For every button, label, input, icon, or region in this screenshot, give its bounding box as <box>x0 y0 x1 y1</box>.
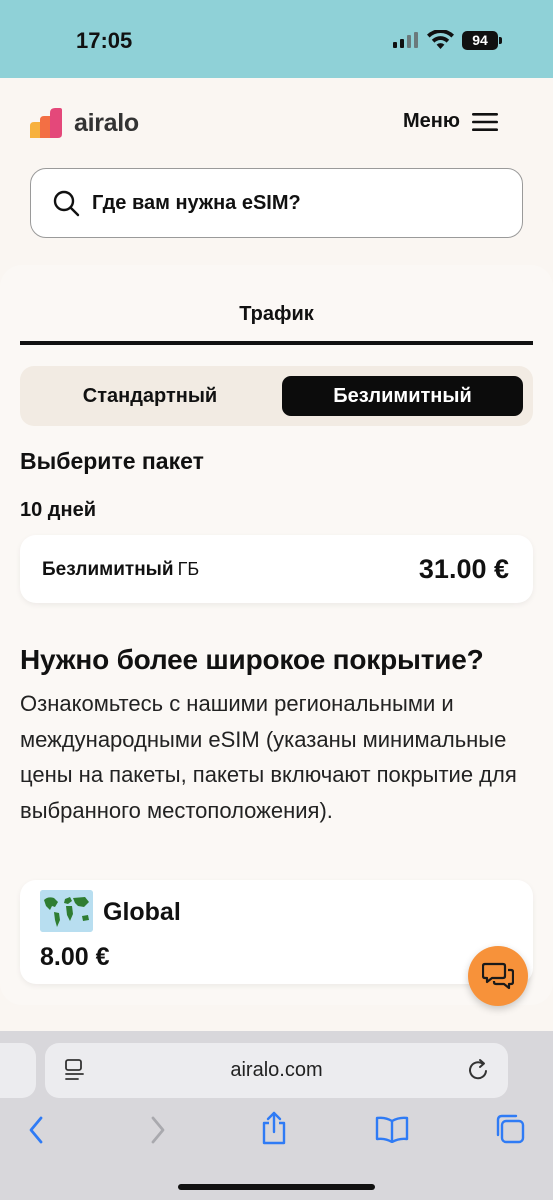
share-icon[interactable] <box>260 1110 288 1146</box>
reload-icon[interactable] <box>468 1058 490 1082</box>
global-esim-price: 8.00 € <box>40 943 110 971</box>
hamburger-icon <box>471 112 498 131</box>
tab-active-underline <box>20 341 533 345</box>
package-name: Безлимитный ГБ <box>42 559 199 581</box>
package-unit: ГБ <box>177 559 200 579</box>
tabs-icon[interactable] <box>494 1113 526 1145</box>
menu-label: Меню <box>403 110 460 132</box>
tab-traffic[interactable]: Трафик <box>20 303 533 326</box>
choose-package-heading: Выберите пакет <box>20 448 204 474</box>
wifi-icon <box>427 30 454 49</box>
package-data-label: Безлимитный <box>42 559 174 580</box>
battery-indicator: 94 <box>462 31 498 50</box>
url-text: airalo.com <box>230 1059 323 1081</box>
menu-button[interactable]: Меню <box>403 110 498 133</box>
status-time: 17:05 <box>76 28 133 53</box>
logo-text: airalo <box>74 108 139 137</box>
global-esim-name: Global <box>103 898 181 926</box>
previous-tab-preview[interactable] <box>0 1043 36 1098</box>
back-icon[interactable] <box>26 1114 48 1146</box>
airalo-logo-icon <box>30 108 62 138</box>
chat-icon <box>482 962 514 990</box>
forward-icon[interactable] <box>146 1114 168 1146</box>
bookmarks-icon[interactable] <box>375 1115 409 1143</box>
chat-support-button[interactable] <box>468 946 528 1006</box>
airalo-logo[interactable]: airalo <box>30 108 139 138</box>
segment-unlimited[interactable]: Безлимитный <box>282 376 523 416</box>
cellular-signal-icon <box>393 32 418 48</box>
destination-search-input[interactable]: Где вам нужна eSIM? <box>30 168 523 238</box>
duration-label: 10 дней <box>20 499 96 521</box>
segment-standard[interactable]: Стандартный <box>20 366 280 426</box>
world-map-icon <box>40 890 93 932</box>
wider-coverage-text: Ознакомьтесь с нашими региональными и ме… <box>20 691 517 823</box>
search-placeholder: Где вам нужна eSIM? <box>92 191 301 214</box>
package-option[interactable]: Безлимитный ГБ 31.00 € <box>20 535 533 603</box>
battery-nub <box>499 37 502 44</box>
home-indicator <box>178 1184 375 1190</box>
package-price: 31.00 € <box>418 554 509 584</box>
wider-coverage-heading: Нужно более широкое покрытие? <box>20 644 484 675</box>
search-icon <box>53 190 80 216</box>
global-esim-card[interactable]: Global 8.00 € <box>20 880 533 984</box>
